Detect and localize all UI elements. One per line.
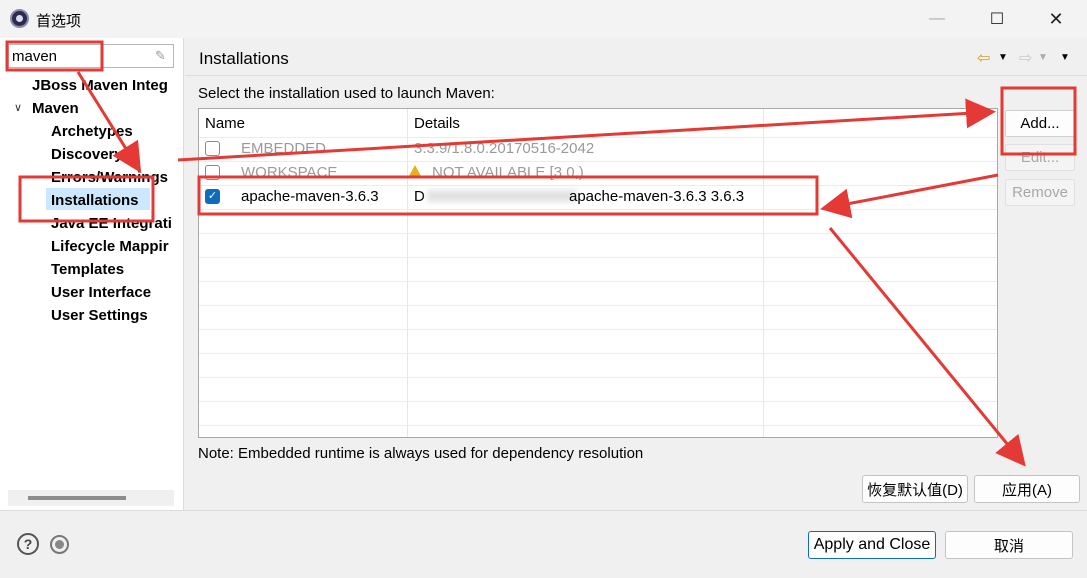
tree-item-templates[interactable]: Templates bbox=[51, 261, 175, 278]
installations-page: Installations ⇦ ▼ ⇨ ▼ ▼ Select the insta… bbox=[185, 38, 1087, 510]
filter-box: ✎ bbox=[8, 44, 174, 68]
table-row-details[interactable]: NOT AVAILABLE [3.0,) bbox=[432, 164, 584, 181]
table-row-details-prefix: D bbox=[414, 188, 425, 205]
tree-item-jboss-maven-integration[interactable]: JBoss Maven Integ bbox=[32, 77, 182, 94]
page-navigation: ⇦ ▼ ⇨ ▼ ▼ bbox=[977, 48, 1077, 68]
row-divider bbox=[199, 305, 997, 306]
view-menu-icon[interactable]: ▼ bbox=[1060, 52, 1070, 63]
edit-button[interactable]: Edit... bbox=[1005, 144, 1075, 171]
page-title: Installations bbox=[199, 49, 289, 68]
restore-defaults-button[interactable]: 恢复默认值(D) bbox=[862, 475, 968, 503]
table-row-name[interactable]: WORKSPACE bbox=[241, 164, 337, 181]
embedded-checkbox[interactable] bbox=[205, 141, 220, 156]
row-divider bbox=[199, 353, 997, 354]
row-divider bbox=[199, 425, 997, 426]
column-header-details[interactable]: Details bbox=[414, 115, 460, 132]
row-divider bbox=[199, 377, 997, 378]
minimize-icon[interactable]: — bbox=[917, 6, 957, 32]
row-divider bbox=[199, 401, 997, 402]
preferences-tree-panel: ✎ JBoss Maven Integ ∨ Maven Archetypes D… bbox=[0, 38, 184, 510]
table-row-details[interactable]: apache-maven-3.6.3 3.6.3 bbox=[569, 188, 744, 205]
remove-button[interactable]: Remove bbox=[1005, 179, 1075, 206]
tree-item-discovery[interactable]: Discovery bbox=[51, 146, 175, 163]
maximize-icon[interactable]: ☐ bbox=[977, 6, 1017, 32]
row-divider bbox=[199, 161, 997, 162]
forward-arrow-icon[interactable]: ⇨ bbox=[1019, 48, 1032, 68]
title-bar: 首选项 — ☐ ✕ bbox=[0, 0, 1087, 38]
column-header-name[interactable]: Name bbox=[205, 115, 245, 132]
tree-item-installations[interactable]: Installations bbox=[51, 192, 175, 209]
close-icon[interactable]: ✕ bbox=[1036, 6, 1076, 32]
back-arrow-icon[interactable]: ⇦ bbox=[977, 48, 990, 68]
row-divider bbox=[199, 137, 997, 138]
tree-item-lifecycle-mappings[interactable]: Lifecycle Mappir bbox=[51, 238, 175, 255]
blurred-path bbox=[427, 190, 577, 202]
window-title: 首选项 bbox=[36, 13, 82, 30]
instruction-text: Select the installation used to launch M… bbox=[198, 85, 495, 102]
filter-input[interactable] bbox=[12, 47, 152, 65]
table-row-name[interactable]: apache-maven-3.6.3 bbox=[241, 188, 379, 205]
row-divider bbox=[199, 185, 997, 186]
row-divider bbox=[199, 329, 997, 330]
apply-button[interactable]: 应用(A) bbox=[974, 475, 1080, 503]
eclipse-app-icon bbox=[10, 9, 29, 28]
tree-item-archetypes[interactable]: Archetypes bbox=[51, 123, 175, 140]
tree-item-user-settings[interactable]: User Settings bbox=[51, 307, 175, 324]
column-divider bbox=[407, 109, 408, 437]
table-row-name[interactable]: EMBEDDED bbox=[241, 140, 326, 157]
dialog-button-bar: ? Apply and Close 取消 bbox=[0, 510, 1087, 578]
tree-item-maven[interactable]: Maven bbox=[32, 100, 182, 117]
horizontal-scrollbar[interactable] bbox=[8, 490, 174, 506]
table-row-details[interactable]: 3.3.9/1.8.0.20170516-2042 bbox=[414, 140, 594, 157]
clear-filter-icon[interactable]: ✎ bbox=[155, 48, 169, 64]
help-icon[interactable]: ? bbox=[17, 533, 39, 555]
row-divider bbox=[199, 209, 997, 210]
apply-and-close-button[interactable]: Apply and Close bbox=[808, 531, 936, 559]
note-text: Note: Embedded runtime is always used fo… bbox=[198, 445, 644, 462]
header-divider bbox=[185, 75, 1087, 76]
row-divider bbox=[199, 233, 997, 234]
chevron-down-icon[interactable]: ∨ bbox=[14, 101, 22, 114]
add-button[interactable]: Add... bbox=[1005, 110, 1075, 137]
column-divider bbox=[763, 109, 764, 437]
cancel-button[interactable]: 取消 bbox=[945, 531, 1073, 559]
installations-table: Name Details EMBEDDED 3.3.9/1.8.0.201705… bbox=[198, 108, 998, 438]
row-divider bbox=[199, 281, 997, 282]
forward-menu-icon[interactable]: ▼ bbox=[1038, 52, 1048, 63]
tree-item-user-interface[interactable]: User Interface bbox=[51, 284, 175, 301]
scrollbar-thumb[interactable] bbox=[28, 496, 126, 500]
workspace-checkbox[interactable] bbox=[205, 165, 220, 180]
apache-maven-checkbox[interactable]: ✓ bbox=[205, 189, 220, 204]
row-divider bbox=[199, 257, 997, 258]
settings-icon[interactable] bbox=[50, 535, 69, 554]
tree-item-java-ee-integration[interactable]: Java EE Integrati bbox=[51, 215, 175, 232]
tree-item-errors-warnings[interactable]: Errors/Warnings bbox=[51, 169, 175, 186]
warning-icon bbox=[409, 165, 421, 176]
back-menu-icon[interactable]: ▼ bbox=[998, 52, 1008, 63]
